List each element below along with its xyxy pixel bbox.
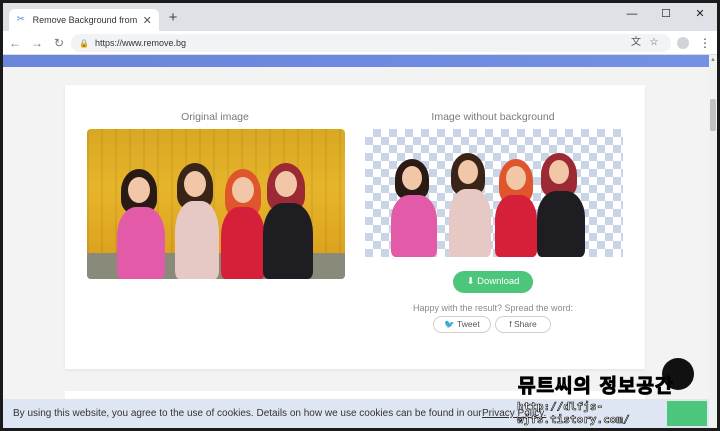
face (275, 171, 297, 197)
tweet-button[interactable]: 🐦 Tweet (433, 316, 491, 333)
face (549, 160, 569, 184)
browser-toolbar: ← → ↻ 🔒 https://www.remove.bg 文 ☆ ⋮ (3, 31, 717, 55)
browser-window: ✂ Remove Background from Imag ✕ + — ☐ ✕ … (3, 3, 717, 428)
address-bar-actions: 文 ☆ (627, 35, 663, 51)
address-bar[interactable]: 🔒 https://www.remove.bg 文 ☆ (71, 34, 671, 52)
original-image-title: Original image (181, 111, 249, 123)
no-background-title: Image without background (431, 111, 555, 123)
figure (495, 195, 537, 257)
watermark-title: 뮤트씨의 정보공간 (517, 375, 674, 398)
window-controls: — ☐ ✕ (615, 3, 717, 25)
result-card: Original image Image without background (65, 85, 645, 369)
download-icon: ⬇ (466, 276, 478, 287)
face (402, 166, 422, 190)
face (458, 160, 478, 184)
twitter-icon: 🐦 (444, 319, 458, 329)
share-prompt: Happy with the result? Spread the word: (412, 303, 574, 313)
close-tab-icon[interactable]: ✕ (141, 14, 153, 27)
back-icon[interactable]: ← (5, 33, 25, 53)
share-label: Share (514, 319, 537, 329)
close-window-button[interactable]: ✕ (683, 3, 717, 25)
lock-icon: 🔒 (79, 38, 89, 48)
download-button[interactable]: ⬇ Download (453, 271, 533, 293)
scroll-thumb[interactable] (710, 99, 716, 131)
tweet-label: Tweet (457, 319, 480, 329)
scroll-up-icon[interactable]: ▲ (710, 57, 716, 63)
page-content: Original image Image without background (3, 55, 709, 428)
minimize-button[interactable]: — (615, 3, 649, 25)
maximize-button[interactable]: ☐ (649, 3, 683, 25)
new-tab-button[interactable]: + (165, 10, 181, 26)
figure (221, 207, 265, 279)
original-image (87, 129, 345, 279)
tab-title: Remove Background from Imag (32, 15, 138, 25)
scissors-icon: ✂ (16, 14, 26, 25)
watermark-url: http://dlfjs-wjfs.tistory.com/ (517, 400, 630, 427)
title-bar: ✂ Remove Background from Imag ✕ + — ☐ ✕ (3, 3, 717, 31)
translate-icon[interactable]: 文 (627, 35, 645, 51)
bookmark-star-icon[interactable]: ☆ (645, 35, 663, 51)
figure (391, 195, 437, 257)
profile-avatar-icon[interactable] (677, 37, 689, 49)
face (232, 177, 254, 203)
figure (117, 207, 165, 279)
no-background-image (365, 129, 623, 257)
face (506, 166, 526, 190)
forward-icon[interactable]: → (27, 33, 47, 53)
browser-menu-icon[interactable]: ⋮ (699, 35, 711, 51)
figure (263, 203, 313, 279)
cookie-text: By using this website, you agree to the … (13, 408, 482, 419)
figure (449, 189, 491, 257)
header-banner (3, 55, 709, 67)
face (184, 171, 206, 197)
reload-icon[interactable]: ↻ (49, 33, 69, 53)
download-label: Download (477, 276, 520, 287)
url-text[interactable]: https://www.remove.bg (95, 38, 186, 48)
browser-tab[interactable]: ✂ Remove Background from Imag ✕ (9, 9, 159, 31)
page-scrollbar[interactable]: ▲ (709, 55, 717, 428)
face (128, 177, 150, 203)
figure (537, 191, 585, 257)
facebook-share-button[interactable]: f Share (495, 316, 551, 333)
figure (175, 201, 219, 279)
